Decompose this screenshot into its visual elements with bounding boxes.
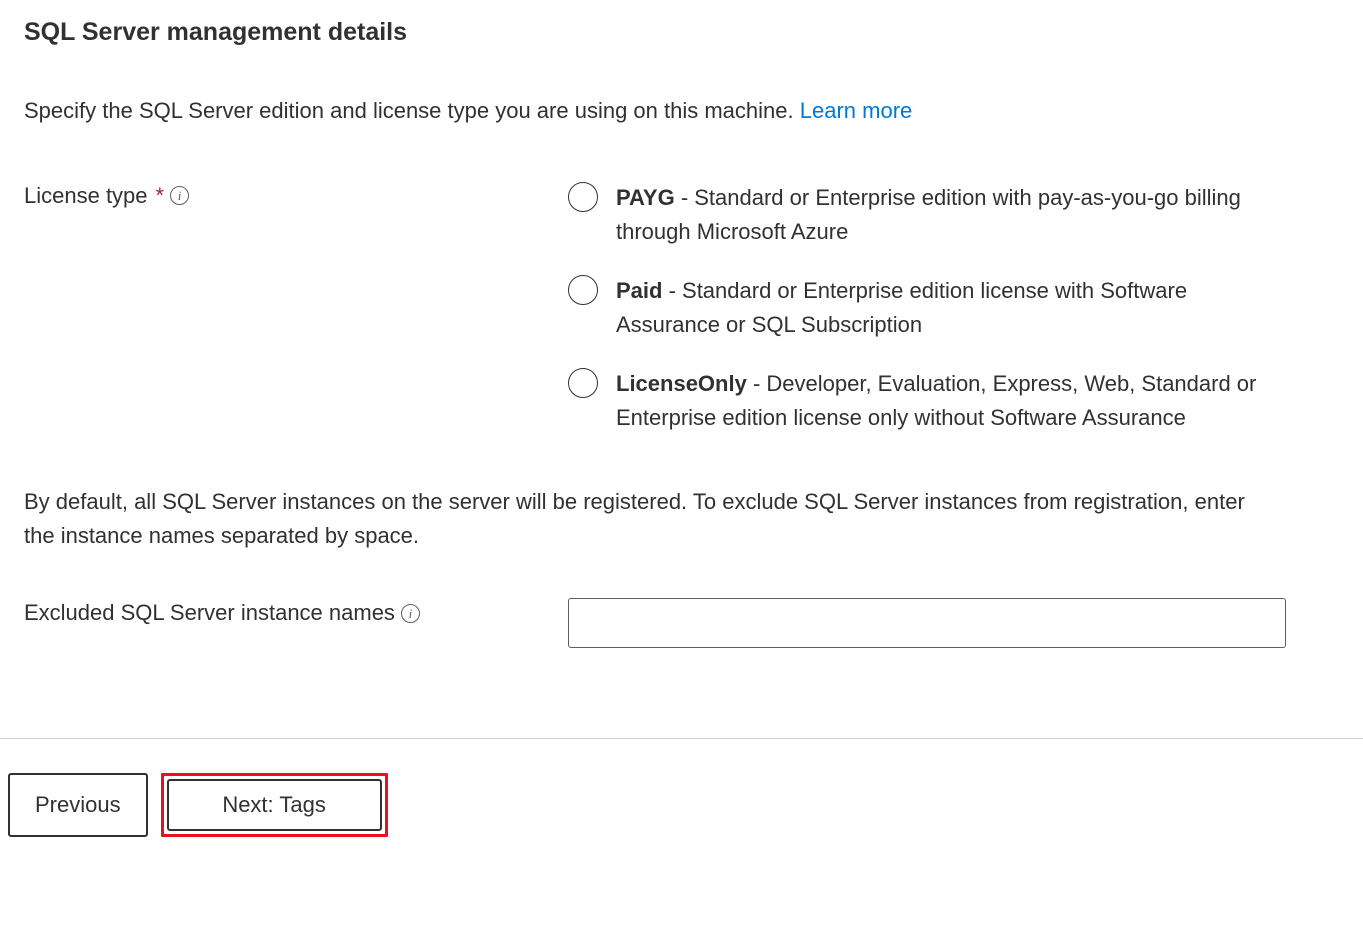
radio-option-licenseonly: LicenseOnly - Developer, Evaluation, Exp… xyxy=(568,367,1289,435)
radio-payg-text: PAYG - Standard or Enterprise edition wi… xyxy=(616,181,1289,249)
radio-licenseonly[interactable] xyxy=(568,368,598,398)
previous-button[interactable]: Previous xyxy=(8,773,148,837)
radio-licenseonly-text: LicenseOnly - Developer, Evaluation, Exp… xyxy=(616,367,1289,435)
footer-buttons: Previous Next: Tags xyxy=(0,739,1363,877)
exclude-help-text: By default, all SQL Server instances on … xyxy=(24,485,1339,553)
info-icon[interactable]: i xyxy=(401,604,420,623)
radio-option-payg: PAYG - Standard or Enterprise edition wi… xyxy=(568,181,1289,249)
radio-option-paid: Paid - Standard or Enterprise edition li… xyxy=(568,274,1289,342)
exclude-row: Excluded SQL Server instance names i xyxy=(24,598,1339,648)
license-type-label-col: License type * i xyxy=(24,181,568,209)
radio-paid[interactable] xyxy=(568,275,598,305)
intro-text: Specify the SQL Server edition and licen… xyxy=(24,97,1339,126)
radio-licenseonly-name: LicenseOnly xyxy=(616,371,747,396)
radio-paid-desc: - Standard or Enterprise edition license… xyxy=(616,278,1187,337)
radio-paid-text: Paid - Standard or Enterprise edition li… xyxy=(616,274,1289,342)
info-icon[interactable]: i xyxy=(170,186,189,205)
radio-payg-desc: - Standard or Enterprise edition with pa… xyxy=(616,185,1241,244)
learn-more-link[interactable]: Learn more xyxy=(800,98,913,123)
radio-payg[interactable] xyxy=(568,182,598,212)
license-type-options: PAYG - Standard or Enterprise edition wi… xyxy=(568,181,1339,436)
next-button-highlight: Next: Tags xyxy=(161,773,388,837)
required-asterisk: * xyxy=(156,183,165,209)
license-type-row: License type * i PAYG - Standard or Ente… xyxy=(24,181,1339,436)
excluded-instances-input[interactable] xyxy=(568,598,1286,648)
exclude-input-col xyxy=(568,598,1339,648)
section-title: SQL Server management details xyxy=(24,18,1339,47)
exclude-label-col: Excluded SQL Server instance names i xyxy=(24,598,568,626)
license-type-label: License type xyxy=(24,183,148,209)
next-tags-button[interactable]: Next: Tags xyxy=(167,779,382,831)
intro-description: Specify the SQL Server edition and licen… xyxy=(24,98,800,123)
radio-paid-name: Paid xyxy=(616,278,662,303)
exclude-label: Excluded SQL Server instance names xyxy=(24,600,395,626)
radio-payg-name: PAYG xyxy=(616,185,675,210)
